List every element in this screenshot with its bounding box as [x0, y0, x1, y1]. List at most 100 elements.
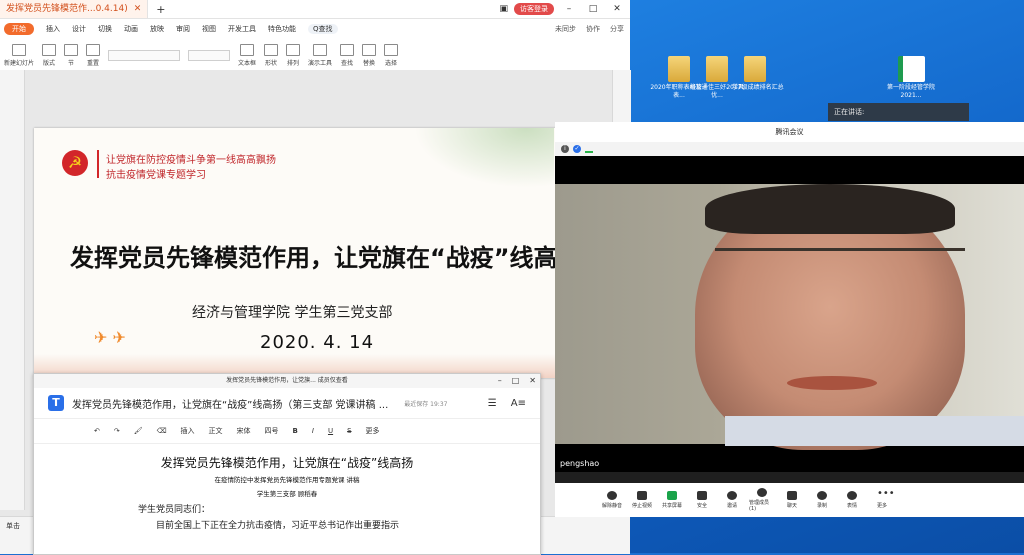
- maximize-button[interactable]: □: [584, 4, 602, 14]
- font-select[interactable]: 宋体: [237, 426, 251, 436]
- paragraph-style-select[interactable]: 正文: [209, 426, 223, 436]
- info-icon[interactable]: i: [561, 145, 569, 153]
- video-feed[interactable]: pengshao: [555, 156, 1024, 472]
- arrange-icon: [286, 43, 301, 56]
- close-window-button[interactable]: ✕: [529, 374, 536, 388]
- select-icon: [384, 43, 399, 56]
- menubar: 开始 插入 设计 切换 动画 放映 审阅 视图 开发工具 特色功能 Q查找 未同…: [0, 19, 630, 39]
- document-body[interactable]: 发挥党员先锋模范作用，让党旗在“战疫”线高扬 在疫情防控中发挥党员先锋模范作用专…: [34, 444, 540, 554]
- ribbon-label: 重置: [87, 59, 100, 67]
- speaking-indicator: 正在讲话:: [828, 103, 969, 121]
- clear-format-icon[interactable]: ⌫: [157, 427, 167, 435]
- ribbon-label: 查找: [341, 59, 354, 67]
- document-paragraph: 目前全国上下正在全力抗击疫情，习近平总书记作出重要指示: [156, 521, 400, 531]
- close-window-button[interactable]: ✕: [608, 4, 626, 14]
- desktop-spreadsheet[interactable]: 第一阶段经管学院2021...: [882, 56, 940, 100]
- chat-button[interactable]: 聊天: [779, 491, 805, 509]
- arrange-button[interactable]: 排列: [286, 43, 301, 67]
- font-select[interactable]: [108, 49, 181, 61]
- ribbon: 新建幻灯片 版式 节 重置 文本框 形状 排列 演示工具 查找 替换 选择: [0, 39, 630, 72]
- menu-search[interactable]: Q查找: [308, 24, 338, 34]
- desktop-folder-3[interactable]: 2017级成绩排名汇总: [726, 56, 784, 92]
- camera-icon: [637, 491, 647, 500]
- presentation-tools-button[interactable]: 演示工具: [308, 43, 333, 67]
- record-button[interactable]: 录制: [809, 491, 835, 509]
- undo-icon[interactable]: ↶: [94, 427, 100, 435]
- ribbon-label: 节: [68, 59, 75, 67]
- format-painter-icon[interactable]: 🖌: [134, 427, 143, 435]
- bold-button[interactable]: B: [293, 427, 298, 435]
- menu-animation[interactable]: 动画: [124, 24, 138, 34]
- unmute-button[interactable]: 解除静音: [599, 491, 625, 509]
- insert-button[interactable]: 插入: [181, 426, 195, 436]
- text-format-icon[interactable]: A≡: [511, 398, 526, 409]
- document-header: T 发挥党员先锋模范作用，让党旗在“战疫”线高扬（第三支部 党课讲稿 ... 最…: [34, 388, 540, 419]
- menu-insert[interactable]: 插入: [46, 24, 60, 34]
- menu-start[interactable]: 开始: [4, 23, 34, 35]
- wps-titlebar: 发挥党员先锋模范作...0.4.14) ✕ + ▣ 访客登录 – □ ✕: [0, 0, 630, 19]
- replace-button[interactable]: 替换: [362, 43, 377, 67]
- share-button[interactable]: 分享: [610, 24, 624, 34]
- minimize-button[interactable]: –: [560, 4, 578, 14]
- document-heading: 发挥党员先锋模范作用，让党旗在“战疫”线高扬: [160, 456, 414, 470]
- document-tab[interactable]: 发挥党员先锋模范作...0.4.14) ✕: [0, 0, 149, 18]
- ribbon-label: 演示工具: [308, 59, 333, 67]
- font-size-select[interactable]: [188, 49, 231, 61]
- section-button[interactable]: 节: [64, 43, 79, 67]
- strikethrough-button[interactable]: S: [347, 427, 351, 435]
- new-slide-button[interactable]: 新建幻灯片: [4, 43, 35, 67]
- security-button[interactable]: 安全: [689, 491, 715, 509]
- collaborate-button[interactable]: 协作: [586, 24, 600, 34]
- meeting-button-label: 共享屏幕: [661, 503, 682, 509]
- section-icon: [64, 43, 79, 56]
- menu-developer[interactable]: 开发工具: [228, 24, 256, 34]
- slide-date: 2020. 4. 14: [260, 332, 375, 353]
- font-size-select[interactable]: 四号: [265, 426, 279, 436]
- reset-button[interactable]: 重置: [86, 43, 101, 67]
- shape-button[interactable]: 形状: [264, 43, 279, 67]
- italic-button[interactable]: I: [312, 427, 314, 435]
- document-title[interactable]: 发挥党员先锋模范作用，让党旗在“战疫”线高扬（第三支部 党课讲稿 ...: [72, 396, 388, 411]
- record-icon: [817, 491, 827, 500]
- redo-icon[interactable]: ↷: [114, 427, 120, 435]
- workspace-icon[interactable]: ▣: [499, 4, 508, 14]
- manage-members-button[interactable]: 管理成员(1): [749, 488, 775, 512]
- more-icon: •••: [877, 488, 895, 499]
- sync-status[interactable]: 未同步: [555, 24, 576, 34]
- slide-subtitle: 经济与管理学院 学生第三党支部: [192, 305, 393, 321]
- menu-design[interactable]: 设计: [72, 24, 86, 34]
- menu-transition[interactable]: 切换: [98, 24, 112, 34]
- shield-icon[interactable]: ✓: [573, 145, 581, 153]
- invite-button[interactable]: 邀请: [719, 491, 745, 509]
- shield-icon: [697, 491, 707, 500]
- meeting-button-label: 录制: [816, 503, 827, 509]
- select-button[interactable]: 选择: [384, 43, 399, 67]
- emoji-button[interactable]: 表情: [839, 491, 865, 509]
- meeting-button-label: 聊天: [786, 503, 797, 509]
- maximize-button[interactable]: □: [512, 374, 520, 388]
- textbox-button[interactable]: 文本框: [238, 43, 256, 67]
- more-button[interactable]: ••• 更多: [869, 488, 895, 510]
- ribbon-label: 新建幻灯片: [4, 59, 35, 67]
- participant-glasses: [715, 248, 965, 281]
- underline-button[interactable]: U: [328, 427, 333, 435]
- menu-view[interactable]: 视图: [202, 24, 216, 34]
- document-window: 发挥党员先锋模范作用，让党旗... 成员仅查看 – □ ✕ T 发挥党员先锋模范…: [33, 373, 541, 555]
- menu-review[interactable]: 审阅: [176, 24, 190, 34]
- minimize-button[interactable]: –: [498, 374, 502, 388]
- guest-login-button[interactable]: 访客登录: [514, 3, 554, 15]
- slide-canvas[interactable]: ☭ 让党旗在防控疫情斗争第一线高高飘扬 抗击疫情党课专题学习 发挥党员先锋模范作…: [34, 128, 556, 378]
- new-tab-button[interactable]: +: [148, 3, 173, 16]
- menu-special[interactable]: 特色功能: [268, 24, 296, 34]
- share-screen-button[interactable]: 共享屏幕: [659, 491, 685, 509]
- meeting-title: 腾讯会议: [555, 122, 1024, 142]
- close-icon[interactable]: ✕: [134, 0, 142, 18]
- meeting-button-label: 邀请: [726, 503, 737, 509]
- layout-button[interactable]: 版式: [42, 43, 57, 67]
- menu-slideshow[interactable]: 放映: [150, 24, 164, 34]
- more-button[interactable]: 更多: [366, 426, 380, 436]
- thumbnail-sidebar[interactable]: [0, 70, 25, 510]
- find-button[interactable]: 查找: [340, 43, 355, 67]
- menu-icon[interactable]: ☰: [488, 398, 497, 409]
- stop-video-button[interactable]: 停止视频: [629, 491, 655, 509]
